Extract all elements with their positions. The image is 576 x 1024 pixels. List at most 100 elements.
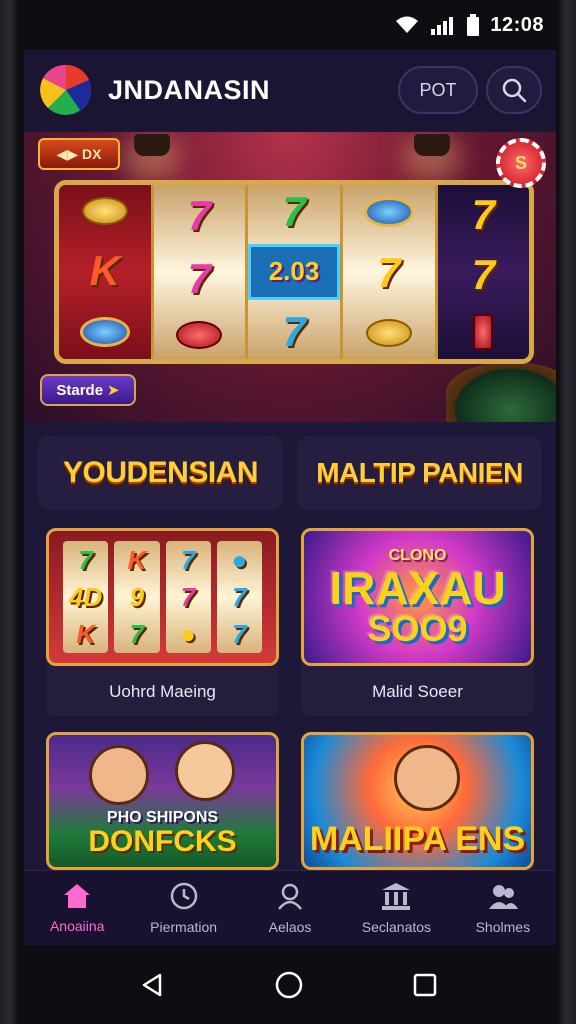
reel-symbol: 7 [471, 251, 495, 298]
status-bar: 12:08 [24, 0, 552, 50]
thumb-title-text: MALIIPA ENS [309, 820, 526, 858]
reel-symbol: ● [231, 544, 248, 575]
signal-icon [431, 17, 454, 35]
reel-symbol: 4D [69, 581, 103, 612]
reel-symbol: K [89, 246, 120, 294]
roulette-table [446, 362, 556, 422]
app-screen: JNDANASIN POT K 7 7 7 2.03 7 7 7 7 ◀▶ DX… [24, 50, 556, 945]
clock-time: 12:08 [490, 13, 544, 36]
coin-symbol-icon [81, 197, 128, 226]
bottom-tab-bar: Anoaiina Piermation Aelaos Seclanatos Sh… [24, 870, 556, 945]
reel-symbol: 7 [232, 581, 247, 612]
gem-symbol-icon [79, 316, 130, 347]
reel-symbol: 7 [129, 619, 145, 650]
start-button[interactable]: Starde ➤ [40, 374, 136, 406]
coin-symbol-icon [365, 318, 412, 347]
back-icon[interactable] [138, 971, 166, 999]
category-button-maltip-panien[interactable]: MALTIP PANIEN [297, 436, 542, 510]
search-button[interactable] [486, 66, 542, 114]
character-avatar [89, 745, 149, 805]
reel-symbol: 7 [377, 248, 401, 296]
reel-symbol: 7 [232, 619, 247, 650]
slot-machine-reels: K 7 7 7 2.03 7 7 7 7 [54, 180, 534, 364]
thumb-title-text: DONFCKS [88, 825, 237, 858]
tab-home[interactable]: Anoaiina [24, 882, 130, 934]
tab-label: Anoaiina [49, 918, 105, 934]
home-circle-icon[interactable] [274, 970, 304, 1000]
mini-reel: K 9 7 [114, 541, 160, 653]
thumb-sub-text: SOO9 [367, 608, 468, 649]
spotlight-icon [134, 134, 170, 156]
wifi-icon [396, 16, 419, 33]
top-bar: JNDANASIN POT [24, 50, 556, 130]
reel-symbol: 7 [180, 544, 196, 575]
reel-symbol: 7 [180, 581, 196, 612]
tab-sections[interactable]: Seclanatos [343, 881, 449, 935]
game-title: Uohrd Maeing [109, 682, 216, 701]
hero-slot-banner[interactable]: K 7 7 7 2.03 7 7 7 7 ◀▶ DX S Starde ➤ [24, 132, 556, 422]
game-title: Malid Soeer [372, 682, 463, 701]
tab-label: Seclanatos [361, 919, 432, 935]
spotlight-icon [414, 134, 450, 156]
category-row: YOUDENSIAN MALTIP PANIEN [24, 422, 556, 510]
game-thumbnail[interactable]: PHO SHIPONS DONFCKS [46, 732, 279, 870]
game-card[interactable]: 7 4D K K 9 7 7 7 ● ● 7 7 Uohrd Maeing [46, 528, 279, 716]
thumb-title-text: IRAXAU [329, 562, 506, 614]
reel-5: 7 7 [437, 185, 529, 359]
tab-games[interactable]: Sholmes [450, 881, 556, 935]
reel-symbol: K [127, 544, 147, 575]
reel-4: 7 [343, 185, 438, 359]
character-avatar [175, 741, 235, 801]
app-title: JNDANASIN [108, 74, 271, 105]
bar-symbol-icon [176, 320, 223, 349]
mini-reel: ● 7 7 [216, 541, 262, 653]
casino-chip-icon: S [496, 138, 546, 188]
tab-label: Aelaos [268, 919, 312, 935]
character-avatar [394, 745, 460, 811]
reel-symbol: 7 [282, 308, 306, 356]
center-win-display: 2.03 [248, 243, 340, 300]
phone-frame: 12:08 JNDANASIN POT K 7 7 7 2.03 7 7 7 7… [0, 0, 576, 1024]
game-thumbnail[interactable]: MALIIPA ENS [301, 732, 534, 870]
game-thumbnail[interactable]: 7 4D K K 9 7 7 7 ● ● 7 7 [46, 528, 279, 666]
reel-3: 7 2.03 7 [248, 185, 343, 359]
arrow-icon: ◀▶ [56, 145, 82, 162]
mini-reel: 7 4D K [63, 541, 109, 653]
bar-symbol-icon [473, 314, 494, 350]
chip-label: S [514, 152, 527, 173]
reel-symbol: K [76, 619, 96, 650]
game-grid: 7 4D K K 9 7 7 7 ● ● 7 7 Uohrd Maeing CL… [24, 510, 556, 920]
play-arrow-icon: ➤ [107, 382, 120, 399]
reel-symbol: 7 [187, 192, 211, 240]
reel-symbol: 7 [282, 187, 306, 235]
category-button-youdensian[interactable]: YOUDENSIAN [38, 436, 283, 510]
bank-icon [382, 883, 411, 910]
reel-symbol: 9 [129, 581, 145, 612]
tab-label: Sholmes [475, 919, 531, 935]
reel-2: 7 7 [153, 185, 248, 359]
clock-icon [170, 882, 197, 910]
group-icon [488, 885, 518, 909]
tab-account[interactable]: Aelaos [237, 881, 343, 935]
reel-symbol: 7 [187, 254, 211, 302]
reel-symbol: 7 [78, 544, 93, 575]
game-thumbnail[interactable]: CLONO IRAXAU SOO9 [301, 528, 534, 666]
reel-symbol: ● [180, 619, 196, 650]
user-icon [278, 883, 302, 910]
mini-reel: 7 7 ● [165, 541, 211, 653]
game-card[interactable]: CLONO IRAXAU SOO9 Malid Soeer [301, 528, 534, 716]
reel-1: K [59, 185, 154, 359]
start-label: Starde [56, 381, 104, 399]
reel-symbol: 7 [471, 191, 495, 238]
system-nav-bar [24, 945, 552, 1024]
pot-button[interactable]: POT [398, 66, 478, 114]
tab-promotion[interactable]: Piermation [130, 881, 236, 935]
recents-icon[interactable] [412, 972, 438, 998]
search-icon [502, 78, 527, 103]
hero-badge[interactable]: ◀▶ DX [38, 138, 120, 170]
battery-icon [467, 14, 480, 36]
home-icon [64, 884, 91, 908]
app-logo[interactable] [40, 64, 92, 116]
tab-label: Piermation [150, 919, 218, 935]
hero-badge-label: DX [81, 146, 102, 162]
